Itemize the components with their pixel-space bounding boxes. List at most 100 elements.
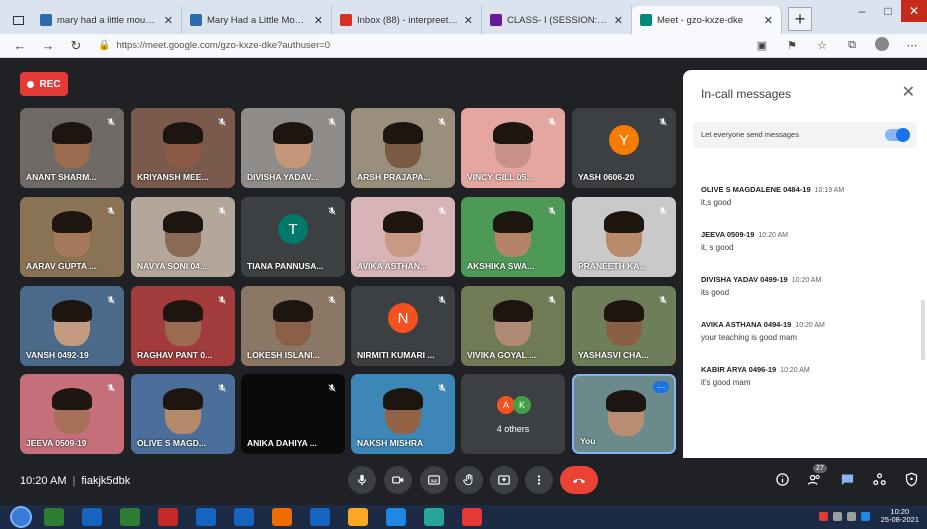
taskbar-app-icon[interactable] [196,508,216,526]
participant-tile[interactable]: VINCY GILL 05... [461,108,565,188]
close-icon[interactable]: ✕ [902,82,915,102]
self-video-tile[interactable]: … You [572,374,676,454]
video-feed-hair [493,211,533,233]
close-tab-icon[interactable]: ✕ [614,14,623,27]
participant-tile[interactable]: DIVISHA YADAV... [241,108,345,188]
lock-icon[interactable]: 🔒 [98,40,110,51]
participant-tile[interactable]: AVIKA ASTHAN... [351,197,455,277]
video-feed-hair [606,390,646,412]
new-tab-button[interactable]: + [788,7,812,31]
url-field[interactable]: https://meet.google.com/gzo-kxze-dke?aut… [116,40,747,51]
participant-name: VANSH 0492-19 [26,350,89,360]
participant-tile[interactable]: Y YASH 0606-20 [572,108,676,188]
video-feed-hair [163,211,203,233]
taskbar-app-icon[interactable] [234,508,254,526]
participant-tile[interactable]: RAGHAV PANT 0... [131,286,235,366]
video-feed-hair [52,122,92,144]
participant-tile[interactable]: LOKESH ISLANI... [241,286,345,366]
close-tab-icon[interactable]: ✕ [164,14,173,27]
more-options-button[interactable] [525,466,553,494]
activities-button[interactable] [870,470,888,488]
taskbar-app-icon[interactable] [272,508,292,526]
browser-tab[interactable]: mary had a little mouse - Bing ✕ [32,6,182,34]
tray-battery-icon[interactable] [860,511,870,521]
people-button[interactable]: 27 [805,464,827,488]
message-text: it, s good [701,243,734,252]
browser-tab[interactable]: Mary Had a Little Mouse (Ful ✕ [182,6,332,34]
camera-permission-icon[interactable]: ▣ [747,39,777,52]
participant-tile[interactable]: VIVIKA GOYAL ... [461,286,565,366]
tab-actions-button[interactable] [4,6,32,34]
back-icon[interactable]: ← [10,38,30,53]
participant-tile[interactable]: PRANEETH KA... [572,197,676,277]
messages-toggle[interactable] [885,128,910,142]
captions-button[interactable] [420,466,448,494]
forward-icon[interactable]: → [38,38,58,53]
panel-scrollbar[interactable] [921,300,925,360]
meet-area: REC ANANT SHARM... KRIYANSH MEE... DIVISHA… [0,58,927,522]
taskbar-app-icon[interactable] [44,508,64,526]
minimize-icon[interactable]: – [849,0,875,22]
meeting-details-button[interactable] [773,470,791,488]
taskbar-clock[interactable]: 10:20 25-08-2021 [881,508,919,524]
present-icon [498,475,510,485]
taskbar-app-icon[interactable] [462,508,482,526]
participant-tile[interactable]: ANIKA DAHIYA ... [241,374,345,454]
participant-tile[interactable]: ANANT SHARM... [20,108,124,188]
browser-tab[interactable]: CLASS- I (SESSION: 2021-22) ✕ [482,6,632,34]
participant-tile[interactable]: VANSH 0492-19 [20,286,124,366]
browser-tab[interactable]: Inbox (88) - interpreet.david ✕ [332,6,482,34]
profile-icon[interactable] [867,37,897,54]
tray-network-icon[interactable] [832,511,842,521]
tab-label: CLASS- I (SESSION: 2021-22) [507,14,609,26]
participant-tile[interactable]: OLIVE S MAGD... [131,374,235,454]
reload-icon[interactable]: ↻ [66,38,86,54]
favorites-star-icon[interactable]: ☆ [807,39,837,52]
others-tile[interactable]: AK4 others [461,374,565,454]
maximize-icon[interactable]: □ [875,0,901,22]
participant-tile[interactable]: T TIANA PANNUSA... [241,197,345,277]
participant-tile[interactable]: KRIYANSH MEE... [131,108,235,188]
reading-view-icon[interactable]: ⚑ [777,39,807,52]
browser-tab[interactable]: Meet - gzo-kxze-dke ✕ [632,6,782,34]
collections-icon[interactable]: ⧉ [837,39,867,52]
taskbar-app-icon[interactable] [348,508,368,526]
present-screen-button[interactable] [490,466,518,494]
chat-message: AVIKA ASTHANA 0494-19 10:20 AM your teachi… [701,320,901,342]
participant-name: YASH 0606-20 [578,172,635,182]
participant-tile[interactable]: NAVYA SONI 04... [131,197,235,277]
participant-name: KRIYANSH MEE... [137,172,209,182]
participant-tile[interactable]: ARSH PRAJAPA... [351,108,455,188]
close-window-icon[interactable]: ✕ [901,0,927,22]
message-time: 10:20 AM [758,232,788,239]
more-menu-icon[interactable]: ⋯ [897,39,927,52]
taskbar-app-icon[interactable] [424,508,444,526]
microphone-button[interactable] [348,466,376,494]
leave-call-button[interactable] [560,466,598,494]
host-controls-button[interactable] [902,470,920,488]
participant-tile[interactable]: JEEVA 0509-19 [20,374,124,454]
taskbar-app-icon[interactable] [310,508,330,526]
close-tab-icon[interactable]: ✕ [464,14,473,27]
close-tab-icon[interactable]: ✕ [764,14,773,27]
participant-tile[interactable]: YASHASVI CHA... [572,286,676,366]
participant-tile[interactable]: AARAV GUPTA ... [20,197,124,277]
window-controls: – □ ✕ [849,0,927,22]
taskbar-app-icon[interactable] [158,508,178,526]
camera-button[interactable] [384,466,412,494]
start-button[interactable] [10,506,32,528]
participant-tile[interactable]: NAKSH MISHRA [351,374,455,454]
taskbar-app-icon[interactable] [386,508,406,526]
taskbar-app-icon[interactable] [82,508,102,526]
tray-volume-icon[interactable] [846,511,856,521]
message-time: 10:19 AM [814,187,845,194]
close-tab-icon[interactable]: ✕ [314,14,323,27]
participant-tile[interactable]: N NIRMITI KUMARI ... [351,286,455,366]
tray-app-icon[interactable] [818,511,828,521]
raise-hand-button[interactable] [455,466,483,494]
message-text: it,s good [701,198,732,207]
chat-button[interactable] [838,470,856,488]
message-sender: DIVISHA YADAV 0499-19 [701,275,788,284]
taskbar-app-icon[interactable] [120,508,140,526]
participant-tile[interactable]: AKSHIKA SWA... [461,197,565,277]
